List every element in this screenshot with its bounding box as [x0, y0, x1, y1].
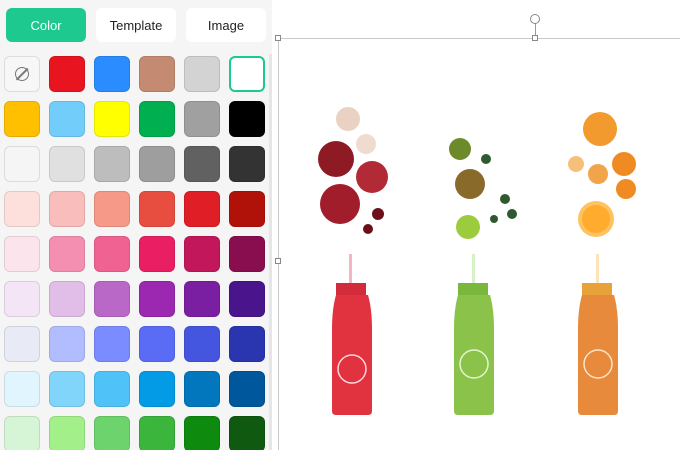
rotate-handle-icon[interactable]	[530, 14, 540, 24]
color-swatch[interactable]	[229, 281, 265, 317]
color-swatch[interactable]	[229, 416, 265, 450]
orange-fruit-cluster	[568, 112, 636, 237]
orange-juice-bottle	[578, 254, 618, 415]
color-swatch[interactable]	[94, 326, 130, 362]
kiwi-fruit-cluster	[449, 138, 517, 239]
color-swatch[interactable]	[139, 101, 175, 137]
color-swatch[interactable]	[229, 236, 265, 272]
color-swatch[interactable]	[139, 371, 175, 407]
color-swatch[interactable]	[4, 191, 40, 227]
color-swatch[interactable]	[49, 281, 85, 317]
red-juice-bottle	[332, 254, 372, 415]
color-swatch[interactable]	[139, 146, 175, 182]
color-swatch[interactable]	[94, 101, 130, 137]
panel-tabs: Color Template Image	[0, 0, 272, 50]
color-swatch[interactable]	[184, 236, 220, 272]
color-swatch[interactable]	[184, 56, 220, 92]
color-swatch[interactable]	[94, 416, 130, 450]
no-color-swatch[interactable]	[4, 56, 40, 92]
color-swatch[interactable]	[4, 146, 40, 182]
color-swatch[interactable]	[94, 56, 130, 92]
color-swatch[interactable]	[229, 101, 265, 137]
tab-image[interactable]: Image	[186, 8, 266, 42]
no-color-icon	[15, 67, 29, 81]
color-swatch[interactable]	[94, 236, 130, 272]
color-swatch[interactable]	[229, 146, 265, 182]
color-swatch[interactable]	[94, 281, 130, 317]
color-swatch[interactable]	[139, 326, 175, 362]
color-swatch[interactable]	[4, 101, 40, 137]
color-swatch[interactable]	[139, 236, 175, 272]
color-swatch[interactable]	[49, 146, 85, 182]
color-swatch[interactable]	[49, 416, 85, 450]
color-swatch[interactable]	[184, 281, 220, 317]
color-swatch[interactable]	[49, 56, 85, 92]
color-swatch[interactable]	[184, 416, 220, 450]
apple-fruit-cluster	[318, 107, 388, 234]
color-swatch[interactable]	[184, 101, 220, 137]
color-swatch[interactable]	[229, 191, 265, 227]
color-swatch[interactable]	[139, 191, 175, 227]
color-swatch[interactable]	[139, 281, 175, 317]
color-swatch[interactable]	[94, 371, 130, 407]
color-swatch[interactable]	[184, 326, 220, 362]
color-swatch[interactable]	[139, 56, 175, 92]
color-swatch[interactable]	[229, 326, 265, 362]
color-swatch[interactable]	[139, 416, 175, 450]
green-juice-bottle	[454, 254, 494, 415]
color-swatch[interactable]	[49, 191, 85, 227]
color-swatch[interactable]	[94, 146, 130, 182]
color-swatch[interactable]	[94, 191, 130, 227]
color-swatch[interactable]	[184, 371, 220, 407]
color-swatch[interactable]	[4, 236, 40, 272]
color-swatch[interactable]	[4, 326, 40, 362]
color-swatch[interactable]	[184, 146, 220, 182]
product-photo[interactable]	[280, 39, 680, 450]
background-color-panel: Color Template Image	[0, 0, 272, 450]
color-swatch[interactable]	[49, 371, 85, 407]
tab-template[interactable]: Template	[96, 8, 176, 42]
color-swatch[interactable]	[4, 281, 40, 317]
color-swatch[interactable]	[229, 371, 265, 407]
color-swatch[interactable]	[184, 191, 220, 227]
canvas-left-edge	[278, 38, 279, 450]
color-swatch[interactable]	[4, 416, 40, 450]
color-swatch[interactable]	[229, 56, 265, 92]
color-swatch[interactable]	[49, 101, 85, 137]
color-swatch[interactable]	[49, 326, 85, 362]
color-swatch[interactable]	[49, 236, 85, 272]
color-swatch[interactable]	[4, 371, 40, 407]
tab-color[interactable]: Color	[6, 8, 86, 42]
